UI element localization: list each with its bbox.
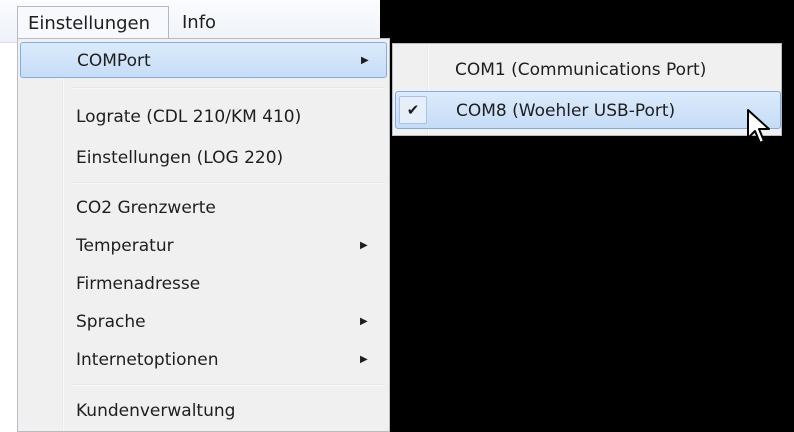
menu-separator <box>72 87 385 89</box>
menu-item-sprache[interactable]: Sprache ▶ <box>20 304 387 340</box>
menu-item-co2-grenzwerte[interactable]: CO2 Grenzwerte <box>20 190 387 226</box>
menu-item-label: Temperatur <box>76 236 174 256</box>
menu-item-label: Einstellungen (LOG 220) <box>76 148 284 168</box>
submenu-item-label: COM1 (Communications Port) <box>455 60 707 80</box>
menu-item-firmenadresse[interactable]: Firmenadresse <box>20 266 387 302</box>
menu-item-label: Internetoptionen <box>76 350 219 370</box>
submenu-item-com8[interactable]: ✔ COM8 (Woehler USB-Port) <box>395 91 781 129</box>
menu-item-kundenverwaltung[interactable]: Kundenverwaltung <box>20 393 387 429</box>
menu-item-temperatur[interactable]: Temperatur ▶ <box>20 228 387 264</box>
menu-item-internetoptionen[interactable]: Internetoptionen ▶ <box>20 342 387 378</box>
menu-item-label: Lograte (CDL 210/KM 410) <box>76 107 302 127</box>
comport-submenu: COM1 (Communications Port) ✔ COM8 (Woehl… <box>392 43 782 136</box>
menu-separator <box>72 384 385 386</box>
chevron-right-icon: ▶ <box>360 316 368 327</box>
check-icon: ✔ <box>399 96 427 124</box>
menu-bar: Einstellungen Info <box>0 0 380 43</box>
chevron-right-icon: ▶ <box>360 354 368 365</box>
menu-item-comport[interactable]: COMPort ▶ <box>20 42 387 78</box>
chevron-right-icon: ▶ <box>360 240 368 251</box>
menu-separator <box>72 182 385 184</box>
chevron-right-icon: ▶ <box>361 55 369 66</box>
einstellungen-dropdown: COMPort ▶ Lograte (CDL 210/KM 410) Einst… <box>17 38 390 432</box>
menu-item-label: Sprache <box>76 312 146 332</box>
mouse-pointer-icon <box>747 109 770 144</box>
menu-item-einstellungen-log220[interactable]: Einstellungen (LOG 220) <box>20 140 387 176</box>
menu-info[interactable]: Info <box>172 6 226 39</box>
menu-item-label: Kundenverwaltung <box>76 401 236 421</box>
submenu-item-com1[interactable]: COM1 (Communications Port) <box>395 51 781 89</box>
menu-item-label: Firmenadresse <box>76 274 201 294</box>
menu-item-label: CO2 Grenzwerte <box>76 198 216 218</box>
submenu-item-label: COM8 (Woehler USB-Port) <box>456 101 676 121</box>
menu-item-lograte[interactable]: Lograte (CDL 210/KM 410) <box>20 99 387 135</box>
menu-einstellungen[interactable]: Einstellungen <box>17 6 169 39</box>
menu-item-label: COMPort <box>77 51 151 71</box>
